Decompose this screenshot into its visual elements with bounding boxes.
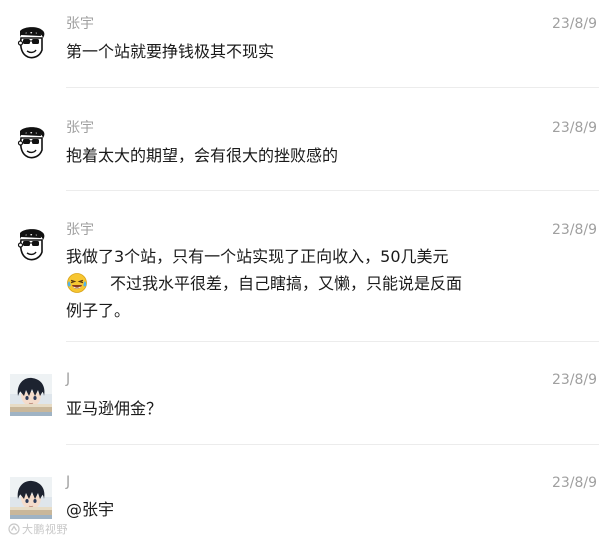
message-timestamp: 23/8/9 (551, 120, 597, 136)
message-line: 不过我水平很差，自己瞎搞，又懒，只能说是反面 (110, 274, 463, 293)
message-timestamp: 23/8/9 (551, 16, 597, 32)
watermark-logo-icon (8, 523, 20, 535)
message-line-with-emoji: 不过我水平很差，自己瞎搞，又懒，只能说是反面 (66, 270, 526, 297)
message-line: 我做了3个站，只有一个站实现了正向收入，50几美元 (66, 247, 449, 266)
message-divider (66, 190, 599, 191)
message-author[interactable]: 张宇 (66, 119, 94, 137)
message-author[interactable]: J (66, 473, 70, 491)
message-line: 亚马逊佣金？ (66, 399, 163, 418)
message-timestamp: 23/8/9 (551, 222, 597, 238)
message-timestamp: 23/8/9 (551, 475, 597, 491)
message-text: 我做了3个站，只有一个站实现了正向收入，50几美元 不过我水平很差，自己瞎搞，又… (66, 243, 526, 324)
message-text: @张宇 (66, 496, 526, 523)
message-text: 抱着太大的期望，会有很大的挫败感的 (66, 142, 526, 169)
message-text: 亚马逊佣金？ (66, 395, 526, 422)
anime-boy-photo-avatar[interactable] (10, 477, 52, 519)
message-timestamp: 23/8/9 (551, 372, 597, 388)
message-divider (66, 87, 599, 88)
watermark: 大鹏视野 (8, 523, 68, 537)
chat-message-list: 张宇 23/8/9 第一个站就要挣钱极其不现实 张宇 23/8/9 抱着太大的期… (0, 0, 609, 544)
watermark-text: 大鹏视野 (22, 523, 68, 536)
message-divider (66, 444, 599, 445)
cartoon-face-sunglasses-icon[interactable] (14, 228, 48, 262)
message-author[interactable]: 张宇 (66, 221, 94, 239)
message-line: @张宇 (66, 500, 115, 519)
anime-boy-photo-avatar[interactable] (10, 374, 52, 416)
cartoon-face-sunglasses-icon[interactable] (14, 126, 48, 160)
laughing-tears-emoji-icon (67, 273, 87, 293)
message-author[interactable]: 张宇 (66, 15, 94, 33)
cartoon-face-sunglasses-icon[interactable] (14, 26, 48, 60)
message-text: 第一个站就要挣钱极其不现实 (66, 38, 526, 65)
message-line: 第一个站就要挣钱极其不现实 (66, 42, 275, 61)
message-divider (66, 341, 599, 342)
message-line: 抱着太大的期望，会有很大的挫败感的 (66, 146, 339, 165)
message-author[interactable]: J (66, 370, 70, 388)
message-line: 例子了。 (66, 301, 131, 320)
